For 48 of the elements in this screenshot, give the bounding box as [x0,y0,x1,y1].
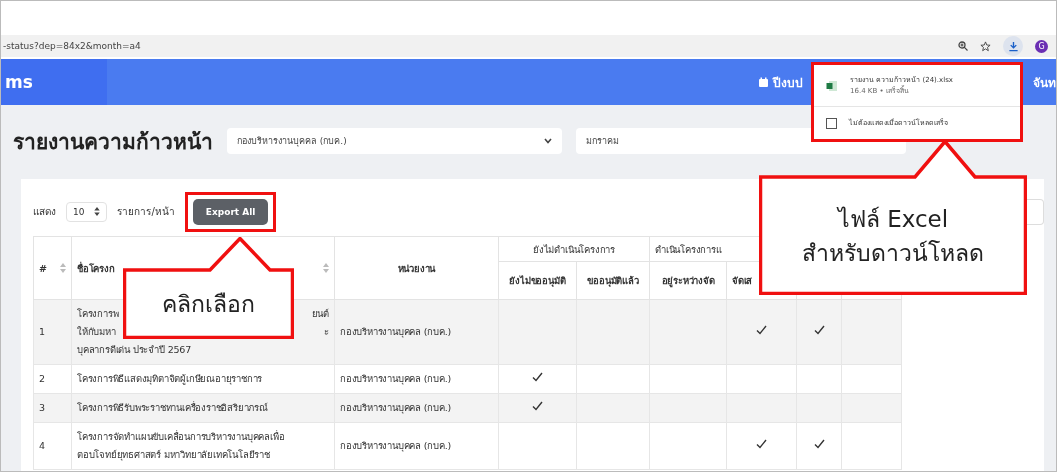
table-cell: กองบริหารงานบุคคล (กบค.) [334,393,499,423]
table-cell: โครงการจัดทำแผนขับเคลื่อนการบริหารงานบุคคลเพื่อ ตอบโจทย์ยุทธศาสตร์ มหาวิทยาลัยเทคโนโลยีราช [71,422,335,470]
column-header: จัดเส [732,275,753,286]
profile-avatar[interactable]: G [1035,39,1048,53]
table-cell: 1 [33,299,72,365]
column-header: ยังไม่ขออนุมัติ [509,275,566,286]
stepper-icon [94,207,101,216]
group-header: ยังไม่ดำเนินโครงการ [533,243,615,255]
page-title: รายงานความก้าวหน้า [13,128,213,156]
table-cell: 3 [33,393,72,423]
calendar-icon [758,76,769,88]
chevron-down-icon [544,138,552,144]
nav-item[interactable]: จันท [1033,72,1056,92]
checkbox[interactable] [826,117,837,129]
download-button[interactable] [1003,36,1023,56]
callout-text: สำหรับดาวน์โหลด [802,239,984,268]
group-header: ดำเนินโครงการแ [655,243,722,255]
check-icon [813,325,825,335]
show-label: แสดง [33,205,56,219]
check-icon [532,372,543,382]
column-header[interactable]: ชื่อโครงก [77,260,115,276]
table-cell: โครงการพิธีแสดงมุทิตาจิตผู้เกษียณอายุราชการ [71,364,335,394]
table-cell: กองบริหารงานบุคคล (กบค.) [334,422,499,470]
table-cell: โครงการพิธีรับพระราชทานเครื่องราชอิสริยาภรณ์ [71,393,335,423]
check-icon [756,439,767,449]
column-header: อยู่ระหว่างจัด [661,275,715,286]
page-size-select[interactable]: 10 [66,201,108,222]
zoom-icon[interactable] [958,41,968,51]
star-icon[interactable] [980,40,991,52]
check-icon [756,325,767,335]
check-icon [813,439,825,449]
check-icon [532,401,543,411]
column-header: หน่วยงาน [397,261,436,276]
table-cell: กองบริหารงานบุคคล (กบค.) [334,299,499,365]
spreadsheet-icon [826,79,838,92]
nav-item[interactable]: ปีงบป [758,72,803,92]
table-cell: กองบริหารงานบุคคล (กบค.) [334,364,499,394]
brand-logo[interactable]: ms [1,59,107,105]
column-header[interactable]: # [39,262,47,274]
table-cell: 2 [33,364,72,394]
export-button[interactable]: Export All [192,198,269,225]
table-cell: 4 [33,422,72,470]
download-icon [1007,40,1019,52]
callout-text: ไฟล์ Excel [837,204,949,234]
filter-select[interactable]: กองบริหารงานบุคคล (กบค.) [227,128,562,154]
per-page-label: รายการ/หน้า [117,205,175,219]
url-text[interactable]: -status?dep=84x2&month=a4 [3,41,946,51]
column-header: ขออนุมัติแล้ว [587,275,639,286]
